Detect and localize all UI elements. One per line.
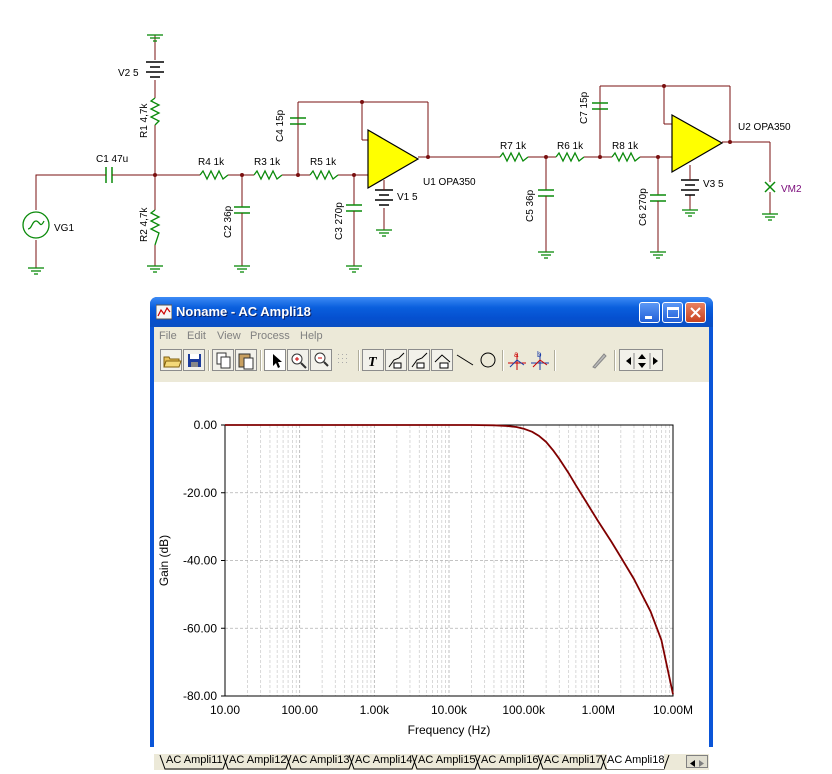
u1-label: U1 OPA350 (423, 177, 476, 188)
x-tick-label: 100.00 (281, 703, 318, 717)
window-title: Noname - AC Ampli18 (176, 304, 311, 319)
annotate3-button[interactable] (431, 349, 453, 371)
minimize-button[interactable] (639, 302, 660, 323)
r8-label: R8 1k (612, 141, 639, 152)
vm2-label: VM2 (781, 184, 802, 195)
menu-file[interactable]: File (159, 330, 177, 342)
u2-label: U2 OPA350 (738, 122, 791, 133)
title-bar[interactable]: Noname - AC Ampli18 (150, 297, 713, 327)
close-button[interactable] (685, 302, 706, 323)
x-tick-label: 1.00k (360, 703, 390, 717)
annotate-icon (388, 352, 405, 369)
text-icon: T (368, 355, 378, 370)
svg-text:T: T (368, 355, 378, 370)
cursor-b-icon: b (531, 350, 549, 370)
pointer-icon (273, 354, 282, 368)
tab-scroll-icon (690, 760, 704, 767)
menu-bar: File Edit View Process Help (154, 327, 709, 345)
y-tick-label: -40.00 (183, 554, 217, 568)
c7-label: C7 15p (579, 91, 590, 124)
v3-label: V3 5 (703, 179, 724, 190)
c1-label: C1 47u (96, 154, 128, 165)
cursor-a-icon: a (508, 350, 526, 370)
cursor-a-button[interactable]: a (506, 349, 528, 371)
zoom-100-icon (314, 352, 329, 367)
r5-label: R5 1k (310, 157, 337, 168)
copy-icon (216, 352, 231, 369)
grid-icon (338, 354, 347, 363)
r4-label: R4 1k (198, 157, 225, 168)
menu-edit[interactable]: Edit (187, 330, 206, 342)
save-button[interactable] (183, 349, 205, 371)
y-tick-label: -60.00 (183, 621, 217, 635)
x-tick-label: 1.00M (582, 703, 615, 717)
vg1-label: VG1 (54, 223, 74, 234)
x-tick-label: 10.00M (653, 703, 693, 717)
y-tick-label: -80.00 (183, 689, 217, 703)
text-tool-button[interactable]: T (362, 349, 384, 371)
pen-tool-button[interactable] (588, 349, 610, 371)
x-tick-label: 10.00k (431, 703, 468, 717)
menu-process[interactable]: Process (250, 330, 290, 342)
c3-label: C3 270p (334, 202, 345, 240)
select-tool-button[interactable] (264, 349, 286, 371)
gain-frequency-plot: 10.00 100.00 1.00k 10.00k 100.00k 1.00M 10.00M… (154, 382, 709, 748)
annotate2-icon (411, 352, 428, 369)
line-icon (456, 354, 474, 366)
menu-help[interactable]: Help (300, 330, 323, 342)
v1-label: V1 5 (397, 192, 418, 203)
close-icon (690, 307, 701, 318)
circle-tool-button[interactable] (477, 349, 499, 371)
circle-icon (480, 352, 496, 368)
c6-label: C6 270p (638, 188, 649, 226)
x-axis-label: Frequency (Hz) (408, 723, 491, 737)
arrows-icon (626, 353, 658, 369)
zoom-100-button[interactable] (310, 349, 332, 371)
r6-label: R6 1k (557, 141, 584, 152)
c5-label: C5 36p (525, 189, 536, 222)
y-tick-label: -20.00 (183, 486, 217, 500)
menu-view[interactable]: View (217, 330, 241, 342)
grid-button[interactable] (333, 349, 355, 371)
paste-button[interactable] (235, 349, 257, 371)
open-folder-icon (163, 356, 182, 368)
r2-label: R2 4,7k (139, 207, 150, 242)
window-client-area: File Edit View Process Help T a b 10.00 … (154, 327, 709, 770)
r7-label: R7 1k (500, 141, 527, 152)
maximize-button[interactable] (662, 302, 683, 323)
open-button[interactable] (160, 349, 182, 371)
annotate2-button[interactable] (408, 349, 430, 371)
move-arrows-button[interactable] (619, 349, 663, 371)
r1-label: R1 4,7k (139, 103, 150, 138)
ac-analysis-window: Noname - AC Ampli18 File Edit View Proce… (150, 297, 713, 770)
diagram-app-icon (156, 304, 172, 320)
c4-label: C4 15p (275, 109, 286, 142)
svg-text:a: a (514, 350, 519, 359)
x-tick-label: 100.00k (502, 703, 546, 717)
save-icon (188, 354, 201, 367)
cursor-b-button[interactable]: b (529, 349, 551, 371)
v2-label: V2 5 (118, 68, 139, 79)
minimize-icon (645, 316, 652, 319)
annotate-button[interactable] (385, 349, 407, 371)
svg-text:b: b (537, 350, 542, 359)
x-tick-label: 10.00 (210, 703, 240, 717)
copy-button[interactable] (212, 349, 234, 371)
blank-tool-button[interactable] (560, 349, 582, 371)
zoom-in-button[interactable] (287, 349, 309, 371)
diagram-tab-bar: AC Ampli11 AC Ampli12 AC Ampli13 AC Ampli14… (154, 754, 709, 770)
toolbar: T a b (156, 347, 709, 375)
paste-icon (238, 353, 254, 370)
y-axis-label: Gain (dB) (157, 535, 171, 586)
r3-label: R3 1k (254, 157, 281, 168)
circuit-schematic: V2 5 R1 4,7k C1 47u R2 4,7k VG1 R4 1k R3… (22, 34, 802, 275)
line-tool-button[interactable] (454, 349, 476, 371)
blank-icon (560, 349, 582, 371)
pen-icon (592, 353, 607, 369)
zoom-in-icon (291, 353, 307, 369)
c2-label: C2 36p (223, 205, 234, 238)
maximize-icon (667, 307, 679, 318)
annotate3-icon (434, 354, 451, 369)
y-tick-label: 0.00 (194, 418, 218, 432)
